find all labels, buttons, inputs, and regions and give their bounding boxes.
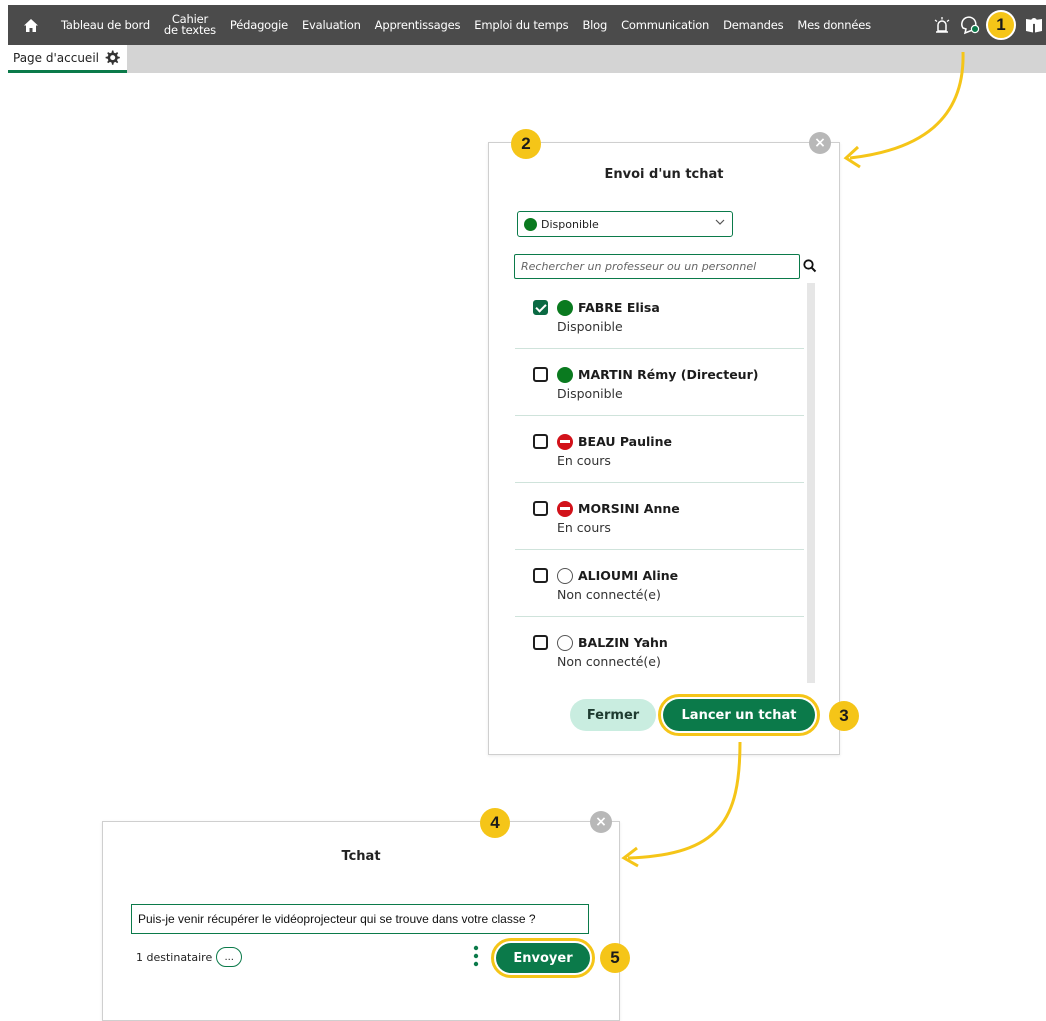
available-status-dot [524,217,537,231]
person-checkbox[interactable] [533,635,548,650]
callout-5: 5 [600,943,630,973]
person-status: En cours [557,453,611,468]
sub-navigation: Page d'accueil [8,45,1046,73]
available-status-icon [557,300,573,316]
close-icon: × [814,135,826,151]
person-name: MORSINI Anne [578,501,680,516]
list-item[interactable]: FABRE Elisa Disponible [515,283,804,349]
nav-cahier-line2: de textes [163,23,216,37]
arrow-3-to-4 [627,741,742,860]
list-item[interactable]: MORSINI Anne En cours [515,484,804,550]
more-recipients-button[interactable]: ... [216,947,243,967]
message-input[interactable]: Puis-je venir récupérer le vidéoprojecte… [131,904,589,934]
recipients-count: 1 destinataire [136,950,213,964]
callout-1: 1 [984,8,1018,42]
nav-pedagogie[interactable]: Pédagogie [223,19,295,31]
top-navigation: Tableau de bord Cahier de textes Pédagog… [8,5,1046,45]
person-status: Non connecté(e) [557,587,661,602]
person-name: FABRE Elisa [578,300,660,315]
callout-4: 4 [480,808,510,838]
person-checkbox[interactable] [533,501,548,516]
person-checkbox[interactable] [533,367,548,382]
person-name: ALIOUMI Aline [578,568,679,583]
tab-page-accueil[interactable]: Page d'accueil [8,45,127,73]
callout-1-badge: 1 [986,10,1016,40]
fermer-button[interactable]: Fermer [570,699,656,731]
offline-status-icon [557,568,573,584]
profile-book-icon[interactable] [1022,13,1046,37]
status-select-value: Disponible [541,217,599,231]
arrow-head-2 [621,846,639,868]
lancer-tchat-button[interactable]: Lancer un tchat [658,694,820,736]
person-status: Disponible [557,319,623,334]
busy-status-icon [557,434,573,450]
nav-communication[interactable]: Communication [614,19,716,31]
nav-emploi-du-temps[interactable]: Emploi du temps [467,19,575,31]
gear-icon[interactable] [103,49,121,67]
callout-3: 3 [829,701,859,731]
offline-status-icon [557,635,573,651]
available-status-icon [557,367,573,383]
nav-apprentissages[interactable]: Apprentissages [368,19,468,31]
person-status: En cours [557,520,611,535]
send-chat-modal: 2 × Envoi d'un tchat Disponible FABRE El… [488,129,859,755]
kebab-menu-icon[interactable] [473,944,479,968]
nav-demandes[interactable]: Demandes [716,19,790,31]
search-input[interactable] [514,254,800,279]
people-list[interactable]: FABRE Elisa Disponible MARTIN Rémy (Dire… [515,283,815,683]
list-scrollbar[interactable] [807,283,815,683]
chat-status-icon[interactable] [958,13,982,37]
arrow-head-1 [843,145,861,169]
person-status: Non connecté(e) [557,654,661,669]
chat-modal: 4 × Tchat Puis-je venir récupérer le vid… [102,808,630,1021]
chevron-down-icon [715,219,725,225]
send-chat-title: Envoi d'un tchat [604,167,724,182]
person-name: MARTIN Rémy (Directeur) [578,367,759,382]
nav-evaluation[interactable]: Evaluation [295,19,368,31]
close-modal-button[interactable]: × [809,132,831,154]
close-icon: × [595,814,607,830]
person-checkbox[interactable] [533,568,548,583]
home-button[interactable] [8,5,54,45]
chat-title: Tchat [341,849,381,864]
person-name: BEAU Pauline [578,434,672,449]
nav-tableau-de-bord[interactable]: Tableau de bord [54,19,157,31]
envoyer-button[interactable]: Envoyer [491,938,595,978]
list-item[interactable]: BEAU Pauline En cours [515,417,804,483]
alert-siren-icon[interactable] [930,13,954,37]
list-item[interactable]: MARTIN Rémy (Directeur) Disponible [515,350,804,416]
nav-cahier-de-textes[interactable]: Cahier de textes [157,13,223,37]
callout-2: 2 [511,129,541,159]
tab-page-accueil-label: Page d'accueil [13,50,99,65]
list-item[interactable]: BALZIN Yahn Non connecté(e) [515,618,804,683]
person-checkbox[interactable] [533,434,548,449]
close-chat-button[interactable]: × [590,811,612,833]
search-icon[interactable] [803,259,817,273]
person-name: BALZIN Yahn [578,635,668,650]
status-select[interactable]: Disponible [517,211,733,237]
busy-status-icon [557,501,573,517]
nav-right-icons: 1 [926,5,1046,45]
nav-mes-donnees[interactable]: Mes données [790,19,878,31]
nav-blog[interactable]: Blog [575,19,614,31]
home-icon [24,18,38,32]
list-item[interactable]: ALIOUMI Aline Non connecté(e) [515,551,804,617]
person-checkbox[interactable] [533,300,548,315]
recipients-info: 1 destinataire ... [136,947,243,967]
person-status: Disponible [557,386,623,401]
